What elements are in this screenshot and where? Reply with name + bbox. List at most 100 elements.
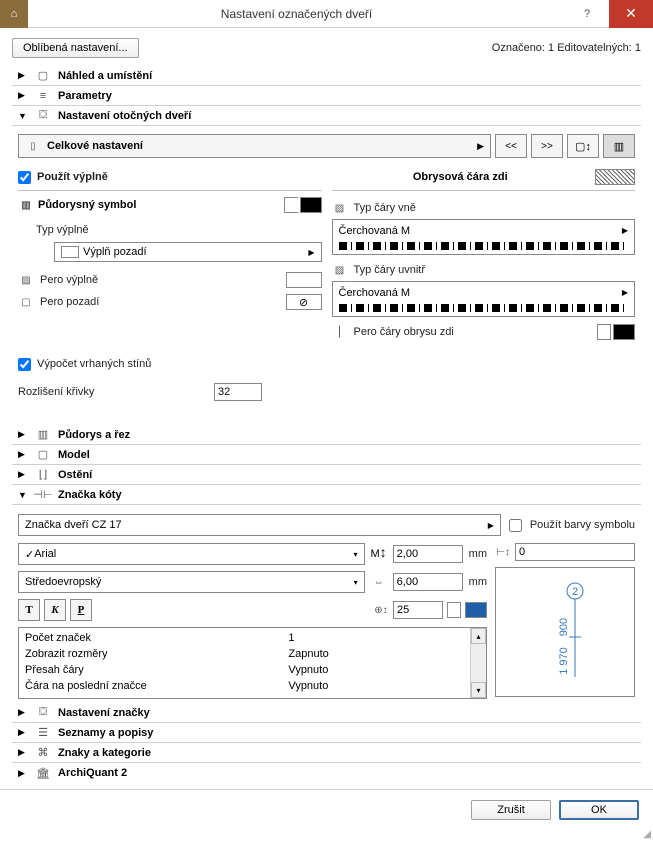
fill-type-dropdown[interactable]: Výplň pozadí ▶ [54, 242, 322, 262]
contour-pen-toggle[interactable] [597, 324, 611, 340]
chevron-right-icon: ▶ [18, 70, 28, 81]
view-mode-a-button[interactable]: ▢↕ [567, 134, 599, 158]
categories-icon: ⌘ [34, 746, 52, 759]
line-pattern-icon [339, 242, 629, 250]
list-scrollbar[interactable]: ▴ ▾ [470, 628, 486, 698]
svg-text:1 970: 1 970 [558, 647, 570, 675]
chevron-right-icon: ▶ [477, 141, 484, 152]
chevron-right-icon: ▶ [18, 469, 28, 480]
fill-swatch-dark[interactable] [300, 197, 322, 213]
frame-width-icon: ⇔ [371, 575, 387, 589]
scroll-down-icon[interactable]: ▾ [471, 682, 486, 698]
plain-text-button[interactable]: T [18, 599, 40, 621]
line-in-dropdown[interactable]: Čerchovaná M▶ [332, 281, 636, 317]
ok-button[interactable]: OK [559, 800, 639, 820]
favorite-settings-button[interactable]: Oblíbená nastavení... [12, 38, 139, 58]
chevron-down-icon: ▼ [18, 490, 28, 500]
chevron-right-icon: ▶ [308, 248, 314, 257]
marker-settings-icon: ⛋ [34, 706, 52, 719]
chevron-down-icon: ▾ [353, 550, 357, 559]
params-icon: ≡ [34, 90, 52, 102]
dim-marker-panel: Značka dveří CZ 17 ▶ Použít barvy symbol… [12, 505, 641, 703]
chevron-right-icon: ▶ [622, 226, 628, 235]
next-button[interactable]: >> [531, 134, 563, 158]
anchor-input[interactable] [515, 543, 635, 561]
line-out-dropdown[interactable]: Čerchovaná M▶ [332, 219, 636, 255]
italic-button[interactable]: K [44, 599, 66, 621]
section-rotating-door[interactable]: ▼ ⛋ Nastavení otočných dveří [12, 106, 641, 126]
resize-grip-icon[interactable]: ◢ [643, 829, 651, 840]
section-categories[interactable]: ▶ ⌘ Znaky a kategorie [12, 743, 641, 763]
fill-pen-swatch[interactable] [286, 272, 322, 288]
marker-params-list[interactable]: Počet značek1 Zobrazit rozměryZapnuto Př… [18, 627, 487, 699]
section-preview[interactable]: ▶ ▢ Náhled a umístění [12, 66, 641, 86]
fill-preview-icon [61, 246, 79, 258]
marker-type-dropdown[interactable]: Značka dveří CZ 17 ▶ [18, 514, 501, 536]
text-height-icon: M↕ [371, 546, 387, 562]
font-dropdown[interactable]: ✓ Arial ▾ [18, 543, 365, 565]
contour-pen-swatch[interactable] [613, 324, 635, 340]
underline-button[interactable]: P [70, 599, 92, 621]
view-mode-b-button[interactable]: ▥ [603, 134, 635, 158]
floor-cut-icon: ▥ [34, 428, 52, 441]
selection-status: Označeno: 1 Editovatelných: 1 [492, 42, 641, 54]
contour-pen-icon: ⎮ [332, 325, 348, 339]
chevron-right-icon: ▶ [622, 288, 628, 297]
wall-contour-swatch[interactable] [595, 169, 635, 185]
section-model[interactable]: ▶ ▢ Model [12, 445, 641, 465]
line-in-icon: ▨ [332, 263, 348, 277]
anchor-icon: ⊢↕ [495, 545, 511, 559]
titlebar: ⌂ Nastavení označených dveří ? ✕ [0, 0, 653, 28]
list-item[interactable]: Zobrazit rozměryZapnuto [25, 646, 464, 662]
view-a-icon: ▢↕ [575, 140, 591, 153]
curve-resolution-input[interactable] [214, 383, 262, 401]
preview-icon: ▢ [34, 69, 52, 82]
bg-pen-icon: ▢ [18, 295, 34, 309]
pen-toggle[interactable] [447, 602, 461, 618]
door-settings-icon: ⛋ [34, 109, 52, 122]
chevron-right-icon: ▶ [18, 707, 28, 718]
dialog-footer: Zrušit OK [0, 789, 653, 830]
section-archiquant[interactable]: ▶ 🏛 ArchiQuant 2 [12, 763, 641, 783]
shadow-checkbox[interactable] [18, 358, 31, 371]
chevron-right-icon: ▶ [488, 521, 494, 530]
chevron-right-icon: ▶ [18, 747, 28, 758]
pen-color-swatch[interactable] [465, 602, 487, 618]
prev-button[interactable]: << [495, 134, 527, 158]
bg-pen-swatch[interactable]: ⊘ [286, 294, 322, 310]
svg-text:2: 2 [572, 586, 578, 598]
svg-text:900: 900 [558, 618, 570, 636]
scroll-up-icon[interactable]: ▴ [471, 628, 486, 644]
overall-settings-dropdown[interactable]: ▯ Celkové nastavení ▶ [18, 134, 491, 158]
section-lists[interactable]: ▶ ☰ Seznamy a popisy [12, 723, 641, 743]
list-item[interactable]: Počet značek1 [25, 630, 464, 646]
fill-swatch-toggle[interactable] [284, 197, 298, 213]
chevron-right-icon: ▶ [18, 768, 28, 779]
use-symbol-colors-checkbox[interactable] [509, 519, 522, 532]
marker-preview: 2 900 1 970 [495, 567, 635, 697]
rotating-door-panel: ▯ Celkové nastavení ▶ << >> ▢↕ ▥ Použít … [12, 126, 641, 407]
model-icon: ▢ [34, 448, 52, 461]
close-button[interactable]: ✕ [609, 0, 653, 28]
chevron-right-icon: ▶ [18, 90, 28, 101]
list-item[interactable]: Přesah čáryVypnuto [25, 662, 464, 678]
section-dim-marker[interactable]: ▼ ⊣⊢ Značka kóty [12, 485, 641, 505]
chevron-right-icon: ▶ [18, 727, 28, 738]
list-item[interactable]: Čára na poslední značceVypnuto [25, 678, 464, 694]
section-params[interactable]: ▶ ≡ Parametry [12, 86, 641, 106]
section-marker-settings[interactable]: ▶ ⛋ Nastavení značky [12, 703, 641, 723]
section-reveal[interactable]: ▶ ⌊⌋ Ostění [12, 465, 641, 485]
dim-marker-icon: ⊣⊢ [34, 488, 52, 501]
section-floor-cut[interactable]: ▶ ▥ Půdorys a řez [12, 425, 641, 445]
window-title: Nastavení označených dveří [28, 7, 565, 21]
view-b-icon: ▥ [614, 140, 624, 153]
text-height-input[interactable] [393, 545, 463, 563]
charset-dropdown[interactable]: Středoevropský ▾ [18, 571, 365, 593]
cancel-button[interactable]: Zrušit [471, 800, 551, 820]
frame-width-input[interactable] [393, 573, 463, 591]
pen-frame-icon: ⊕↕ [373, 603, 389, 617]
help-button[interactable]: ? [565, 0, 609, 28]
use-fills-checkbox[interactable] [18, 171, 31, 184]
pen-number-input[interactable] [393, 601, 443, 619]
door-icon: ▯ [25, 139, 41, 153]
